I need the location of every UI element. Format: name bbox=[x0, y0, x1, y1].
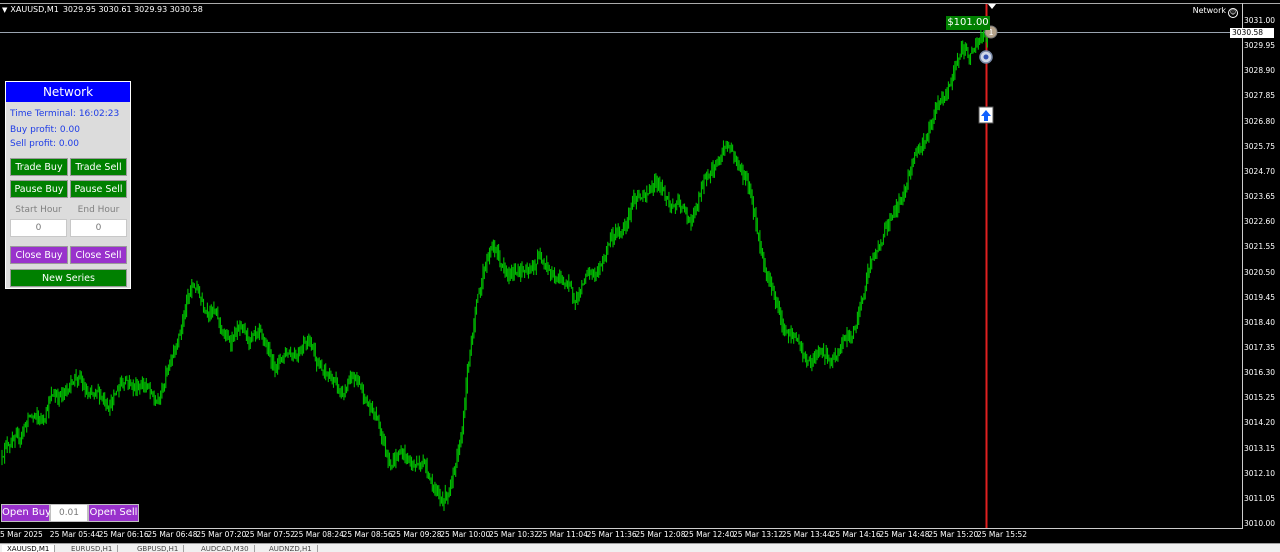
arrow-up-icon[interactable] bbox=[978, 106, 994, 124]
time-tick-label: 5 Mar 2025 bbox=[0, 530, 43, 539]
time-tick-label: 25 Mar 08:24 bbox=[293, 530, 344, 539]
time-terminal-value: 16:02:23 bbox=[78, 109, 120, 119]
start-hour-input[interactable]: 0 bbox=[10, 219, 67, 237]
panel-title[interactable]: Network bbox=[6, 82, 130, 102]
time-tick-label: 25 Mar 06:48 bbox=[147, 530, 198, 539]
time-tick-label: 25 Mar 10:32 bbox=[489, 530, 540, 539]
symbol-header: ▼ XAUUSD,M1 3029.95 3030.61 3029.93 3030.5… bbox=[2, 5, 203, 14]
price-tick-label: 3017.35 bbox=[1244, 342, 1276, 352]
time-tick-label: 25 Mar 13:12 bbox=[733, 530, 784, 539]
time-tick-label: 25 Mar 06:16 bbox=[98, 530, 149, 539]
time-tick-label: 25 Mar 09:28 bbox=[391, 530, 442, 539]
close-buy-button[interactable]: Close Buy bbox=[10, 246, 68, 264]
current-price-label: 3030.58 bbox=[1230, 28, 1274, 38]
price-tick-label: 3027.85 bbox=[1244, 91, 1276, 101]
expert-advisor-label: Network ☺ bbox=[1193, 6, 1238, 18]
time-tick-label: 25 Mar 08:56 bbox=[342, 530, 393, 539]
time-tick-label: 25 Mar 11:36 bbox=[586, 530, 637, 539]
time-tick-label: 25 Mar 07:52 bbox=[245, 530, 296, 539]
price-tick-label: 3011.05 bbox=[1244, 493, 1276, 503]
order-marker-check-icon[interactable] bbox=[979, 50, 993, 64]
buy-profit: Buy profit: 0.00 bbox=[10, 125, 80, 135]
time-tick-label: 25 Mar 14:16 bbox=[830, 530, 881, 539]
close-sell-button[interactable]: Close Sell bbox=[70, 246, 127, 264]
time-tick-label: 25 Mar 07:20 bbox=[196, 530, 247, 539]
price-tick-label: 3026.80 bbox=[1244, 116, 1276, 126]
control-panel[interactable]: Network Time Terminal: 16:02:23 Buy prof… bbox=[5, 81, 131, 289]
expert-advisor-name: Network bbox=[1192, 6, 1226, 15]
time-tick-label: 25 Mar 13:44 bbox=[781, 530, 832, 539]
time-tick-label: 25 Mar 12:08 bbox=[635, 530, 686, 539]
open-sell-button[interactable]: Open Sell bbox=[88, 504, 139, 522]
chevron-down-icon[interactable]: ▼ bbox=[2, 6, 7, 14]
price-tick-label: 3031.00 bbox=[1244, 16, 1276, 25]
price-tick-label: 3013.15 bbox=[1244, 443, 1276, 453]
smiley-icon: ☺ bbox=[1228, 8, 1238, 18]
time-terminal-label: Time Terminal: bbox=[10, 109, 79, 119]
lot-size-input[interactable]: 0.01 bbox=[50, 504, 88, 522]
pause-buy-button[interactable]: Pause Buy bbox=[10, 180, 68, 198]
pause-sell-button[interactable]: Pause Sell bbox=[70, 180, 127, 198]
start-hour-label: Start Hour bbox=[15, 205, 62, 215]
chart-canvas[interactable]: 1 bbox=[0, 0, 1280, 551]
price-tick-label: 3015.25 bbox=[1244, 393, 1276, 403]
price-tick-label: 3024.70 bbox=[1244, 166, 1276, 176]
price-tick-label: 3023.65 bbox=[1244, 192, 1276, 202]
sell-profit: Sell profit: 0.00 bbox=[10, 139, 79, 149]
time-terminal: Time Terminal: 16:02:23 bbox=[10, 109, 119, 119]
price-tick-label: 3021.55 bbox=[1244, 242, 1276, 252]
time-tick-label: 25 Mar 14:48 bbox=[879, 530, 930, 539]
time-tick-label: 25 Mar 11:04 bbox=[537, 530, 588, 539]
price-tick-label: 3014.20 bbox=[1244, 418, 1276, 428]
time-tick-label: 25 Mar 15:52 bbox=[977, 530, 1028, 539]
price-chart[interactable]: 1 ▼ XAUUSD,M1 3029.95 3030.61 3029.93 3030… bbox=[0, 0, 1280, 552]
price-tick-label: 3016.30 bbox=[1244, 368, 1276, 378]
price-tick-label: 3012.10 bbox=[1244, 468, 1276, 478]
end-hour-input[interactable]: 0 bbox=[70, 219, 127, 237]
profit-tag: $101.00 bbox=[946, 16, 990, 30]
open-buy-button[interactable]: Open Buy bbox=[1, 504, 51, 522]
symbol-label: XAUUSD,M1 bbox=[10, 5, 59, 14]
scroll-marker-icon[interactable] bbox=[988, 4, 996, 9]
trade-buy-button[interactable]: Trade Buy bbox=[10, 158, 68, 176]
price-tick-label: 3028.90 bbox=[1244, 66, 1276, 76]
time-tick-label: 25 Mar 15:20 bbox=[928, 530, 979, 539]
price-tick-label: 3010.00 bbox=[1244, 519, 1276, 528]
price-tick-label: 3025.75 bbox=[1244, 141, 1276, 151]
new-series-button[interactable]: New Series bbox=[10, 269, 127, 287]
price-tick-label: 3018.40 bbox=[1244, 317, 1276, 327]
ohlc-values: 3029.95 3030.61 3029.93 3030.58 bbox=[62, 5, 203, 14]
trade-sell-button[interactable]: Trade Sell bbox=[70, 158, 127, 176]
price-tick-label: 3029.95 bbox=[1244, 41, 1276, 51]
time-tick-label: 25 Mar 05:44 bbox=[49, 530, 100, 539]
price-tick-label: 3022.60 bbox=[1244, 217, 1276, 227]
time-tick-label: 25 Mar 10:00 bbox=[440, 530, 491, 539]
price-tick-label: 3019.45 bbox=[1244, 292, 1276, 302]
time-tick-label: 25 Mar 12:40 bbox=[684, 530, 735, 539]
candles-layer bbox=[1, 28, 988, 511]
end-hour-label: End Hour bbox=[77, 205, 120, 215]
price-tick-label: 3020.50 bbox=[1244, 267, 1276, 277]
